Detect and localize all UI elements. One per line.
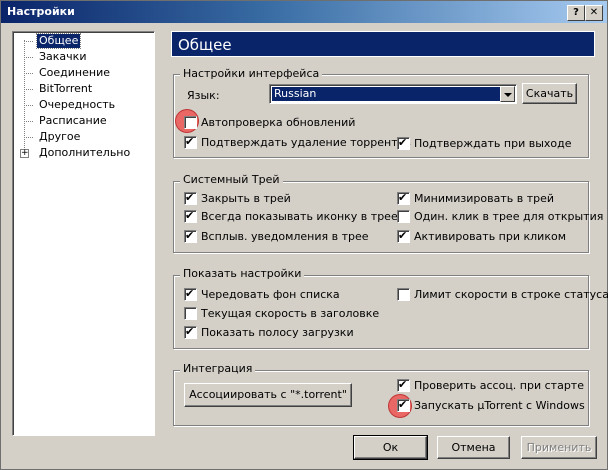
settings-window: Настройки ? ✕ Общее Закачки Соединение B… <box>0 0 608 470</box>
single-click-open-label: Один. клик в трее для открытия <box>414 210 604 223</box>
always-show-icon-label: Всегда показывать иконку в трее <box>201 210 398 223</box>
close-to-tray-label: Закрыть в трей <box>201 192 291 205</box>
speed-limit-status-label: Лимит скорости в строке статуса <box>414 288 608 301</box>
associate-torrent-button[interactable]: Ассоциировать с "*.torrent" <box>184 383 352 407</box>
auto-update-label: Автопроверка обновлений <box>201 116 356 129</box>
integration-group-label: Интеграция <box>180 363 256 375</box>
ok-button[interactable]: Ок <box>353 435 428 460</box>
single-click-open-checkbox[interactable] <box>397 210 410 223</box>
title-bar[interactable]: Настройки ? ✕ <box>1 1 607 23</box>
language-select[interactable]: Russian <box>269 84 517 104</box>
confirm-exit-label: Подтверждать при выходе <box>414 137 572 150</box>
language-label: Язык: <box>187 89 220 102</box>
settings-tree: Общее Закачки Соединение BitTorrent Очер… <box>12 31 155 436</box>
show-progress-bar-checkbox[interactable] <box>184 325 197 339</box>
tree-item-scheduler[interactable]: Расписание <box>37 114 109 128</box>
start-with-windows-label: Запускать µTorrent с Windows <box>414 399 585 412</box>
alternate-bg-label: Чередовать фон списка <box>201 288 340 301</box>
confirm-delete-label: Подтверждать удаление торрентов <box>201 136 411 149</box>
tree-item-connection[interactable]: Соединение <box>37 66 112 80</box>
language-value: Russian <box>272 87 502 101</box>
start-with-windows-checkbox[interactable] <box>397 398 410 412</box>
tree-item-general[interactable]: Общее <box>35 33 82 49</box>
always-show-icon-checkbox[interactable] <box>184 209 197 223</box>
speed-in-title-checkbox[interactable] <box>184 307 197 320</box>
close-to-tray-checkbox[interactable] <box>184 191 197 205</box>
tree-item-downloads[interactable]: Закачки <box>37 50 88 64</box>
interface-group-label: Настройки интерфейса <box>180 68 323 80</box>
page-title: Общее <box>171 31 595 57</box>
confirm-exit-checkbox[interactable] <box>397 136 410 150</box>
activate-on-click-checkbox[interactable] <box>397 229 410 243</box>
tree-item-queueing[interactable]: Очередность <box>37 98 117 112</box>
activate-on-click-label: Активировать при кликом <box>414 230 566 243</box>
cancel-button[interactable]: Отмена <box>437 436 510 459</box>
auto-update-checkbox[interactable] <box>184 116 197 129</box>
close-button[interactable]: ✕ <box>585 5 603 21</box>
show-progress-bar-label: Показать полосу загрузки <box>201 326 354 339</box>
dropdown-arrow-icon[interactable] <box>500 86 515 102</box>
window-title: Настройки <box>7 5 75 18</box>
balloon-notifications-checkbox[interactable] <box>184 229 197 243</box>
tree-item-bittorrent[interactable]: BitTorrent <box>37 82 94 96</box>
balloon-notifications-label: Всплыв. уведомления в трее <box>201 230 369 243</box>
speed-in-title-label: Текущая скорость в заголовке <box>201 307 380 320</box>
download-language-button[interactable]: Скачать <box>522 83 577 104</box>
check-association-label: Проверить ассоц. при старте <box>414 379 584 392</box>
confirm-delete-checkbox[interactable] <box>184 135 197 149</box>
minimize-to-tray-checkbox[interactable] <box>397 191 410 205</box>
check-association-checkbox[interactable] <box>397 378 410 392</box>
expand-icon[interactable]: + <box>20 149 29 158</box>
minimize-to-tray-label: Минимизировать в трей <box>414 192 555 205</box>
tree-item-other[interactable]: Другое <box>37 130 82 144</box>
apply-button[interactable]: Применить <box>521 436 597 459</box>
tray-group-label: Системный Трей <box>180 174 283 186</box>
alternate-bg-checkbox[interactable] <box>184 287 197 301</box>
tree-item-advanced[interactable]: Дополнительно <box>37 146 132 160</box>
help-button[interactable]: ? <box>567 5 585 21</box>
display-group-label: Показать настройки <box>180 268 305 280</box>
speed-limit-status-checkbox[interactable] <box>397 288 410 301</box>
